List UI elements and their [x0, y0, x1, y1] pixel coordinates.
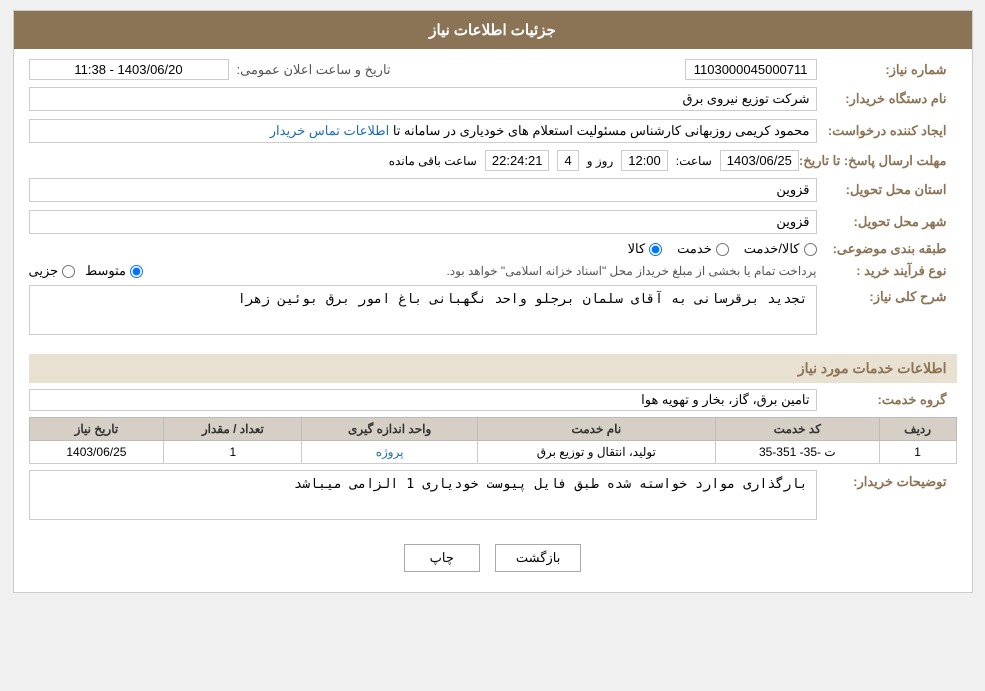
request-number-row: شماره نیاز: 1103000045000711 تاریخ و ساع…: [29, 59, 957, 80]
process-note: پرداخت تمام یا بخشی از مبلغ خریداز محل "…: [153, 264, 816, 278]
category-label-kala: کالا: [628, 241, 646, 257]
city-label: شهر محل تحویل:: [817, 214, 957, 230]
services-section-header: اطلاعات خدمات مورد نیاز: [29, 354, 957, 383]
process-item-motawaset[interactable]: متوسط: [85, 263, 143, 279]
group-service-value: تامین برق، گاز، بخار و تهویه هوا: [29, 389, 817, 411]
category-radio-kala[interactable]: [649, 243, 662, 256]
process-item-jozee[interactable]: جزیی: [29, 263, 76, 279]
process-row: نوع فرآیند خرید : پرداخت تمام یا بخشی از…: [29, 263, 957, 279]
description-row: شرح کلی نیاز:: [29, 285, 957, 344]
group-service-label: گروه خدمت:: [817, 392, 957, 408]
buyer-notes-textarea[interactable]: [29, 470, 817, 520]
province-label: استان محل تحویل:: [817, 182, 957, 198]
creator-value: محمود کریمی روزبهانی کارشناس مسئولیت است…: [29, 119, 817, 143]
buyer-notes-content: [29, 470, 817, 529]
category-item-khedmat[interactable]: خدمت: [677, 241, 729, 257]
content-area: شماره نیاز: 1103000045000711 تاریخ و ساع…: [14, 49, 972, 592]
city-row: شهر محل تحویل: قزوین: [29, 209, 957, 235]
deadline-remaining-label: ساعت باقی مانده: [389, 154, 477, 168]
process-label-jozee: جزیی: [29, 263, 59, 279]
process-label-motawaset: متوسط: [85, 263, 126, 279]
deadline-remaining: 22:24:21: [485, 150, 550, 171]
print-button[interactable]: چاپ: [404, 544, 480, 572]
buyer-notes-row: توضیحات خریدار:: [29, 470, 957, 529]
category-item-kala-khedmat[interactable]: کالا/خدمت: [744, 241, 817, 257]
deadline-days-label: روز و: [587, 154, 614, 168]
province-row: استان محل تحویل: قزوین: [29, 177, 957, 203]
category-label: طبقه بندی موضوعی:: [817, 241, 957, 257]
province-value: قزوین: [29, 178, 817, 202]
cell-row-num: 1: [879, 441, 956, 464]
buyer-notes-label: توضیحات خریدار:: [817, 470, 957, 490]
creator-name: محمود کریمی روزبهانی کارشناس مسئولیت است…: [393, 123, 810, 138]
group-service-row: گروه خدمت: تامین برق، گاز، بخار و تهویه …: [29, 389, 957, 411]
cell-quantity: 1: [164, 441, 302, 464]
col-service-name: نام خدمت: [477, 418, 715, 441]
cell-service-name: تولید، انتقال و توزیع برق: [477, 441, 715, 464]
buttons-row: بازگشت چاپ: [29, 544, 957, 572]
announce-label: تاریخ و ساعت اعلان عمومی:: [229, 62, 401, 78]
deadline-days: 4: [557, 150, 578, 171]
process-label: نوع فرآیند خرید :: [817, 263, 957, 279]
process-radio-jozee[interactable]: [62, 265, 75, 278]
request-number-value: 1103000045000711: [685, 59, 817, 80]
services-table-header-row: ردیف کد خدمت نام خدمت واحد اندازه گیری ت…: [29, 418, 956, 441]
back-button[interactable]: بازگشت: [495, 544, 581, 572]
creator-row: ایجاد کننده درخواست: محمود کریمی روزبهان…: [29, 118, 957, 144]
process-options: پرداخت تمام یا بخشی از مبلغ خریداز محل "…: [29, 263, 817, 279]
process-radio-motawaset[interactable]: [130, 265, 143, 278]
services-table-body: 1 ت -35- 351-35 تولید، انتقال و توزیع بر…: [29, 441, 956, 464]
category-label-khedmat: خدمت: [677, 241, 712, 257]
col-row-num: ردیف: [879, 418, 956, 441]
cell-date: 1403/06/25: [29, 441, 164, 464]
cell-service-code: ت -35- 351-35: [715, 441, 879, 464]
deadline-time-label: ساعت:: [676, 154, 712, 168]
col-quantity: تعداد / مقدار: [164, 418, 302, 441]
deadline-row: مهلت ارسال پاسخ: تا تاریخ: 1403/06/25 سا…: [29, 150, 957, 171]
category-radio-kala-khedmat[interactable]: [804, 243, 817, 256]
deadline-label: مهلت ارسال پاسخ: تا تاریخ:: [799, 153, 957, 169]
deadline-date: 1403/06/25: [720, 150, 799, 171]
buyer-value: شرکت توزیع نیروی برق: [29, 87, 817, 111]
category-label-kala-khedmat: کالا/خدمت: [744, 241, 800, 257]
description-content: [29, 285, 817, 344]
category-row: طبقه بندی موضوعی: کالا/خدمت خدمت کالا: [29, 241, 957, 257]
page-wrapper: جزئیات اطلاعات نیاز شماره نیاز: 11030000…: [13, 10, 973, 593]
deadline-time: 12:00: [621, 150, 668, 171]
category-group: کالا/خدمت خدمت کالا: [628, 241, 817, 257]
category-item-kala[interactable]: کالا: [628, 241, 663, 257]
col-unit: واحد اندازه گیری: [302, 418, 477, 441]
col-date: تاریخ نیاز: [29, 418, 164, 441]
creator-label: ایجاد کننده درخواست:: [817, 123, 957, 139]
services-table-head: ردیف کد خدمت نام خدمت واحد اندازه گیری ت…: [29, 418, 956, 441]
creator-contact-link[interactable]: اطلاعات تماس خریدار: [270, 123, 389, 138]
announce-value: 1403/06/20 - 11:38: [29, 59, 229, 80]
buyer-label: نام دستگاه خریدار:: [817, 91, 957, 107]
cell-unit: پروژه: [302, 441, 477, 464]
description-textarea[interactable]: [29, 285, 817, 335]
category-radio-khedmat[interactable]: [716, 243, 729, 256]
buyer-row: نام دستگاه خریدار: شرکت توزیع نیروی برق: [29, 86, 957, 112]
request-number-label: شماره نیاز:: [817, 62, 957, 78]
table-row: 1 ت -35- 351-35 تولید، انتقال و توزیع بر…: [29, 441, 956, 464]
city-value: قزوین: [29, 210, 817, 234]
page-title: جزئیات اطلاعات نیاز: [14, 11, 972, 49]
deadline-fields: 1403/06/25 ساعت: 12:00 روز و 4 22:24:21 …: [29, 150, 799, 171]
col-service-code: کد خدمت: [715, 418, 879, 441]
services-table: ردیف کد خدمت نام خدمت واحد اندازه گیری ت…: [29, 417, 957, 464]
description-label: شرح کلی نیاز:: [817, 285, 957, 305]
